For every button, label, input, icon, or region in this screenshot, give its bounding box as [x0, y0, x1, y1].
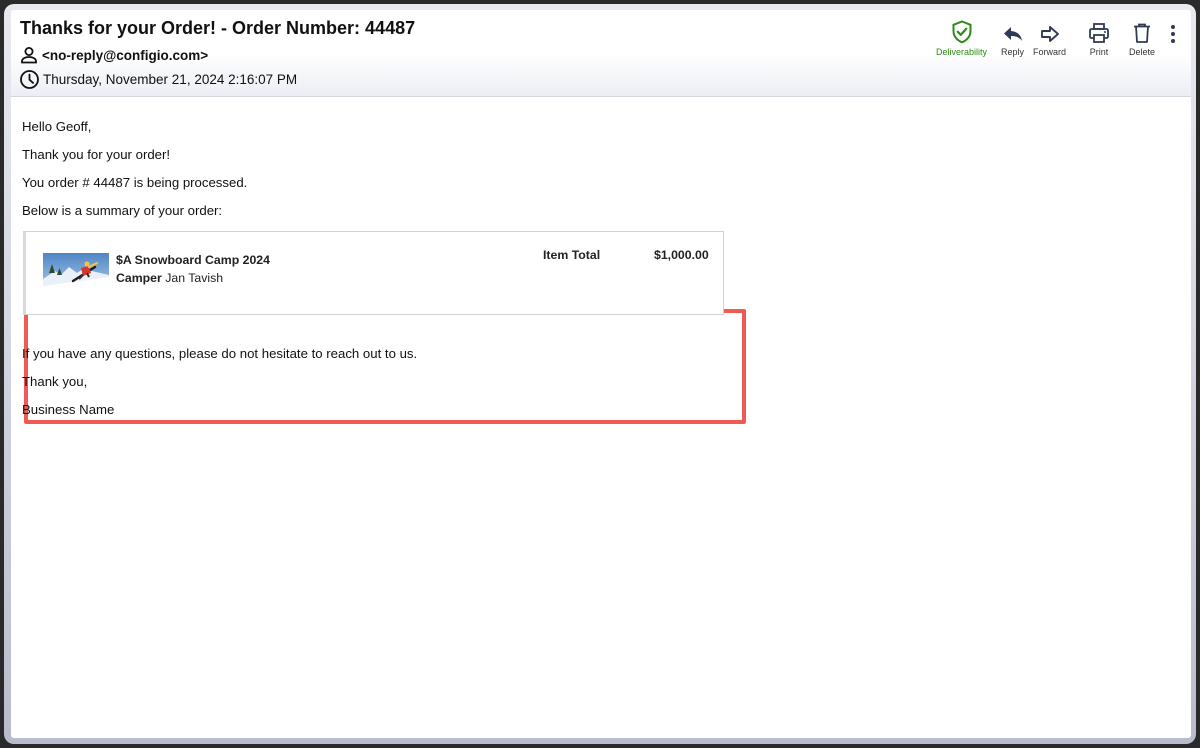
forward-button[interactable]: Forward [1033, 18, 1066, 57]
print-button[interactable]: Print [1088, 18, 1110, 57]
email-header: Thanks for your Order! - Order Number: 4… [11, 10, 1191, 97]
snowboard-thumbnail-image [43, 253, 109, 296]
more-options-button[interactable] [1169, 18, 1177, 44]
order-item-name: $A Snowboard Camp 2024 [116, 253, 270, 267]
business-name-text: Business Name [22, 402, 115, 417]
sender-row: <no-reply@configio.com> [19, 45, 208, 65]
item-total-value: $1,000.00 [654, 248, 709, 262]
processing-text: You order # 44487 is being processed. [22, 175, 248, 190]
printer-icon [1088, 18, 1110, 44]
email-date: Thursday, November 21, 2024 2:16:07 PM [43, 72, 298, 87]
camper-label: Camper [116, 271, 162, 285]
thanks-text: Thank you for your order! [22, 147, 171, 162]
reply-button[interactable]: Reply [1001, 18, 1024, 57]
deliverability-button[interactable]: Deliverability [936, 18, 987, 57]
order-summary-box: $A Snowboard Camp 2024 Camper Jan Tavish… [23, 231, 724, 315]
questions-text: If you have any questions, please do not… [22, 346, 418, 361]
order-camper-line: Camper Jan Tavish [116, 271, 223, 285]
camper-name: Jan Tavish [165, 271, 224, 285]
item-total-label: Item Total [543, 248, 601, 262]
clock-icon [19, 69, 40, 90]
email-viewer-frame: Thanks for your Order! - Order Number: 4… [4, 4, 1196, 744]
shield-check-icon [951, 18, 973, 44]
signoff-text: Thank you, [22, 374, 88, 389]
sender-address: <no-reply@configio.com> [42, 47, 209, 63]
forward-arrow-icon [1039, 18, 1061, 44]
delete-button[interactable]: Delete [1129, 18, 1155, 57]
more-vertical-icon [1169, 18, 1177, 44]
summary-intro-text: Below is a summary of your order: [22, 203, 223, 218]
email-subject: Thanks for your Order! - Order Number: 4… [20, 18, 416, 38]
email-window: Thanks for your Order! - Order Number: 4… [11, 10, 1191, 738]
highlight-box [24, 309, 746, 424]
person-icon [19, 45, 39, 65]
reply-arrow-icon [1002, 18, 1024, 44]
date-row: Thursday, November 21, 2024 2:16:07 PM [19, 69, 297, 90]
greeting-text: Hello Geoff, [22, 119, 92, 134]
trash-icon [1132, 18, 1152, 44]
